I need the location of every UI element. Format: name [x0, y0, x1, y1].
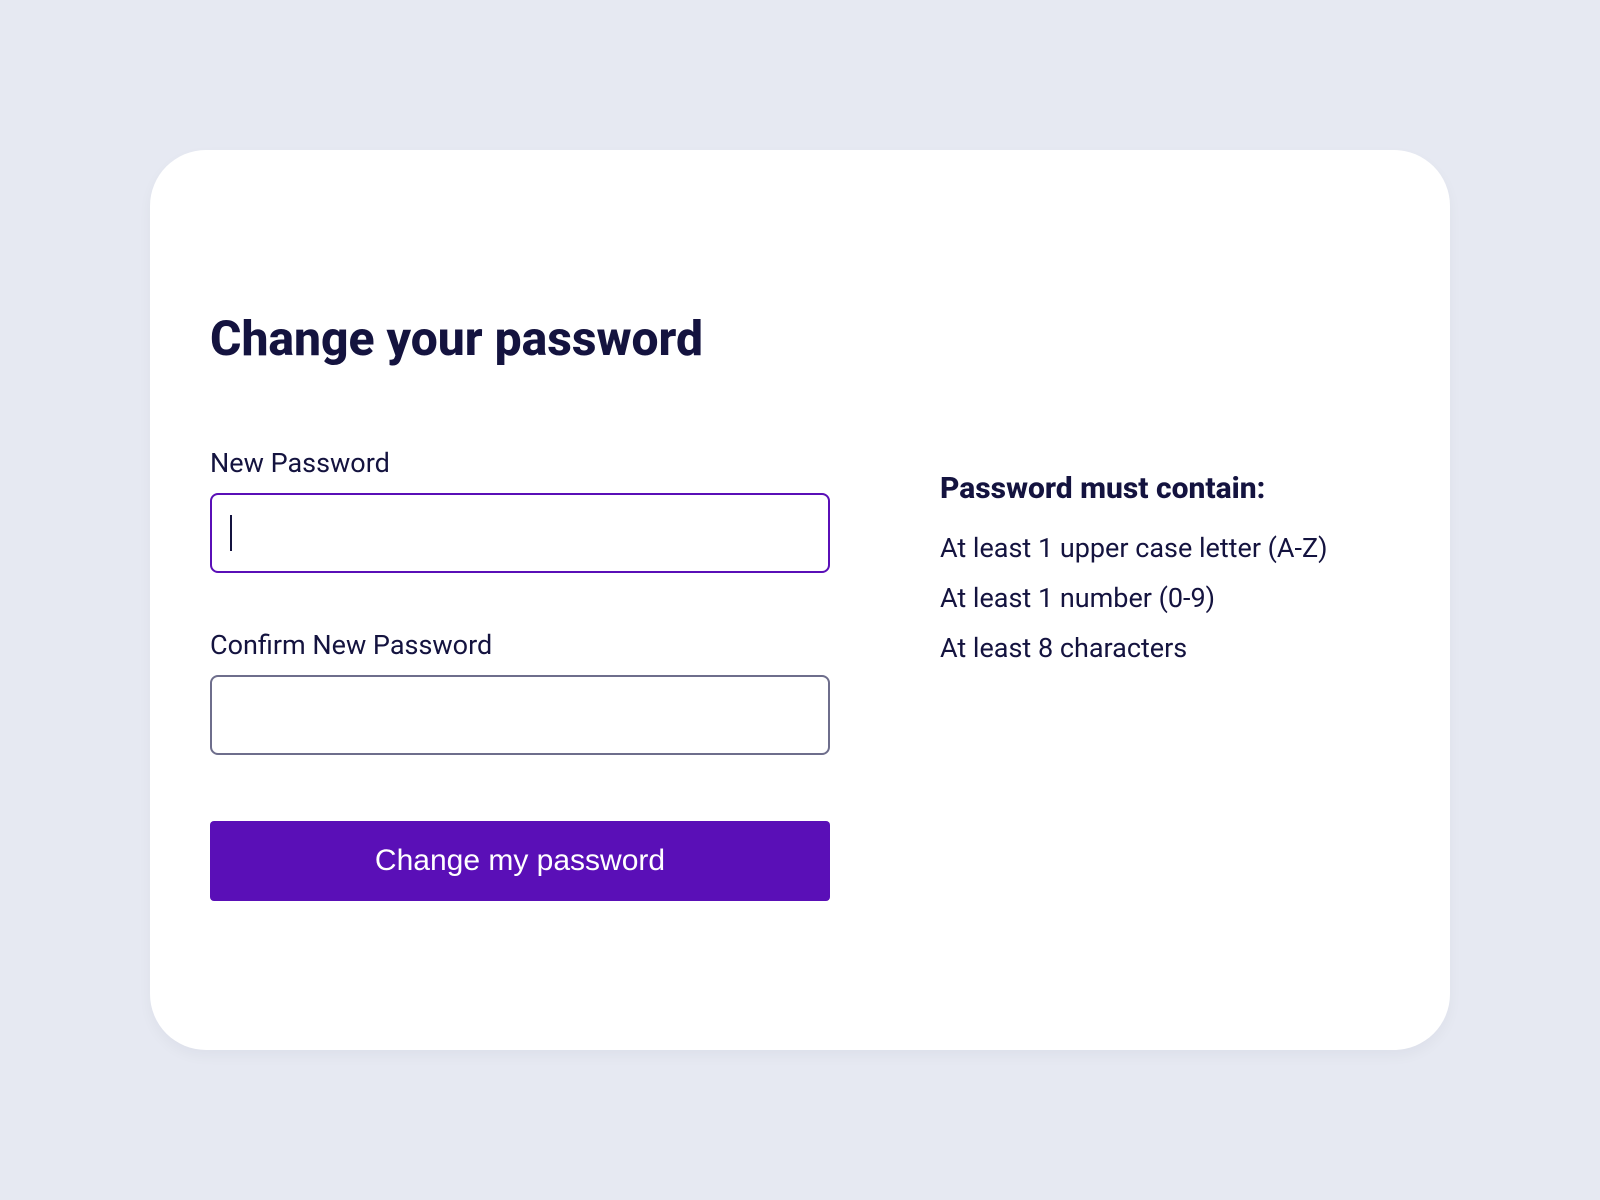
change-password-button[interactable]: Change my password — [210, 821, 830, 901]
rules-heading: Password must contain: — [940, 471, 1390, 506]
page-title: Change your password — [210, 310, 1390, 367]
new-password-input[interactable] — [210, 493, 830, 573]
confirm-password-input[interactable] — [210, 675, 830, 755]
password-form: New Password Confirm New Password Change… — [210, 447, 830, 901]
confirm-password-group: Confirm New Password — [210, 629, 830, 755]
rule-item: At least 1 upper case letter (A-Z) — [940, 532, 1390, 564]
password-rules: Password must contain: At least 1 upper … — [940, 447, 1390, 682]
new-password-input-wrap — [210, 493, 830, 573]
new-password-group: New Password — [210, 447, 830, 573]
rule-item: At least 8 characters — [940, 632, 1390, 664]
change-password-card: Change your password New Password Confir… — [150, 150, 1450, 1050]
rule-item: At least 1 number (0-9) — [940, 582, 1390, 614]
text-cursor-icon — [230, 515, 232, 551]
confirm-password-label: Confirm New Password — [210, 629, 830, 661]
content-row: New Password Confirm New Password Change… — [210, 447, 1390, 901]
new-password-label: New Password — [210, 447, 830, 479]
rules-list: At least 1 upper case letter (A-Z) At le… — [940, 532, 1390, 664]
